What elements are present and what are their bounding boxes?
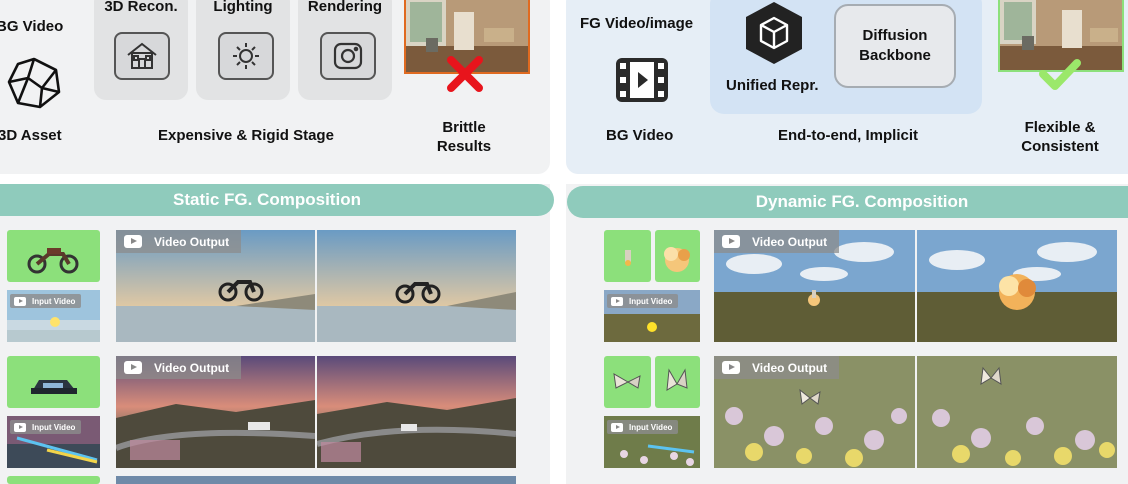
- input-video-2: Input Video: [7, 416, 100, 468]
- backbone-line2: Backbone: [859, 47, 931, 64]
- stage-label-lighting: Lighting: [213, 0, 273, 15]
- play-icon: [124, 361, 142, 374]
- fg-tile-partial: [7, 476, 100, 484]
- input-video-4: Input Video: [604, 416, 700, 468]
- car-icon: [31, 380, 77, 394]
- video-output-frame-4a: Video Output: [714, 356, 915, 468]
- rocket-icon: [625, 250, 631, 266]
- video-output-badge: Video Output: [714, 230, 840, 253]
- video-output-frame-1b: [317, 230, 516, 342]
- play-icon: [14, 422, 26, 432]
- brittle-line2: Results: [436, 138, 492, 155]
- green-check-icon: [1039, 59, 1081, 90]
- bg-video-label-right: BG Video: [606, 127, 674, 144]
- input-video-1: Input Video: [7, 290, 100, 342]
- flexible-line1: Flexible &: [1024, 119, 1096, 136]
- input-video-label: Input Video: [629, 296, 673, 306]
- fg-butterfly-tile-2: [655, 356, 700, 408]
- 3d-asset-icon: [7, 57, 61, 109]
- sun-icon: [218, 32, 274, 80]
- input-video-badge: Input Video: [607, 420, 679, 434]
- stage-label-rendering: Rendering: [307, 0, 383, 15]
- video-output-badge: Video Output: [116, 356, 242, 379]
- input-video-3: Input Video: [604, 290, 700, 342]
- fg-rocket-tile: [604, 230, 651, 282]
- video-output-frame-4b: [917, 356, 1117, 468]
- video-output-partial: [116, 476, 516, 484]
- stage-caption: Expensive & Rigid Stage: [158, 127, 334, 144]
- play-icon: [611, 296, 623, 306]
- video-output-frame-3a: Video Output: [714, 230, 915, 342]
- backbone-line1: Diffusion: [862, 27, 928, 44]
- butterfly-icon: [666, 368, 688, 391]
- video-output-label: Video Output: [752, 360, 828, 375]
- input-video-label: Input Video: [32, 422, 76, 432]
- play-icon: [124, 235, 142, 248]
- fg-explosion-tile: [655, 230, 700, 282]
- film-icon: [616, 58, 668, 102]
- video-output-label: Video Output: [752, 234, 828, 249]
- stage-label-recon: 3D Recon.: [104, 0, 178, 15]
- input-video-badge: Input Video: [607, 294, 679, 308]
- 3d-asset-label: 3D Asset: [0, 127, 62, 144]
- video-output-badge: Video Output: [116, 230, 242, 253]
- brittle-results-label: Brittle Results: [414, 118, 514, 156]
- video-output-frame-1a: Video Output: [116, 230, 315, 342]
- video-output-label: Video Output: [154, 234, 230, 249]
- camera-icon: [320, 32, 376, 80]
- flexible-line2: Consistent: [1021, 138, 1099, 155]
- brittle-line1: Brittle: [442, 119, 486, 136]
- input-video-badge: Input Video: [10, 420, 82, 434]
- fg-video-label: FG Video/image: [580, 15, 694, 32]
- static-composition-banner: Static FG. Composition: [0, 184, 554, 216]
- explosion-icon: [664, 247, 690, 272]
- fg-butterfly-tile-1: [604, 356, 651, 408]
- play-icon: [722, 361, 740, 374]
- butterfly-icon: [613, 373, 641, 389]
- video-output-frame-3b: [917, 230, 1117, 342]
- play-icon: [14, 296, 26, 306]
- bg-video-label: BG Video: [0, 18, 64, 35]
- input-video-badge: Input Video: [10, 294, 82, 308]
- input-video-label: Input Video: [629, 422, 673, 432]
- video-output-frame-2b: [317, 356, 516, 468]
- end-to-end-caption: End-to-end, Implicit: [778, 127, 918, 144]
- play-icon: [611, 422, 623, 432]
- play-icon: [722, 235, 740, 248]
- dynamic-composition-banner: Dynamic FG. Composition: [567, 186, 1128, 218]
- flexible-consistent-label: Flexible & Consistent: [1010, 118, 1110, 156]
- video-output-frame-2a: Video Output: [116, 356, 315, 468]
- motorcycle-icon: [27, 248, 79, 274]
- red-x-icon: [447, 56, 483, 92]
- input-video-label: Input Video: [32, 296, 76, 306]
- fg-motorcycle-tile: [7, 230, 100, 282]
- diffusion-backbone-box: Diffusion Backbone: [834, 4, 956, 88]
- fg-car-tile: [7, 356, 100, 408]
- cube-icon: [746, 2, 802, 64]
- video-output-badge: Video Output: [714, 356, 840, 379]
- unified-repr-label: Unified Repr.: [726, 77, 819, 94]
- video-output-label: Video Output: [154, 360, 230, 375]
- house-icon: [114, 32, 170, 80]
